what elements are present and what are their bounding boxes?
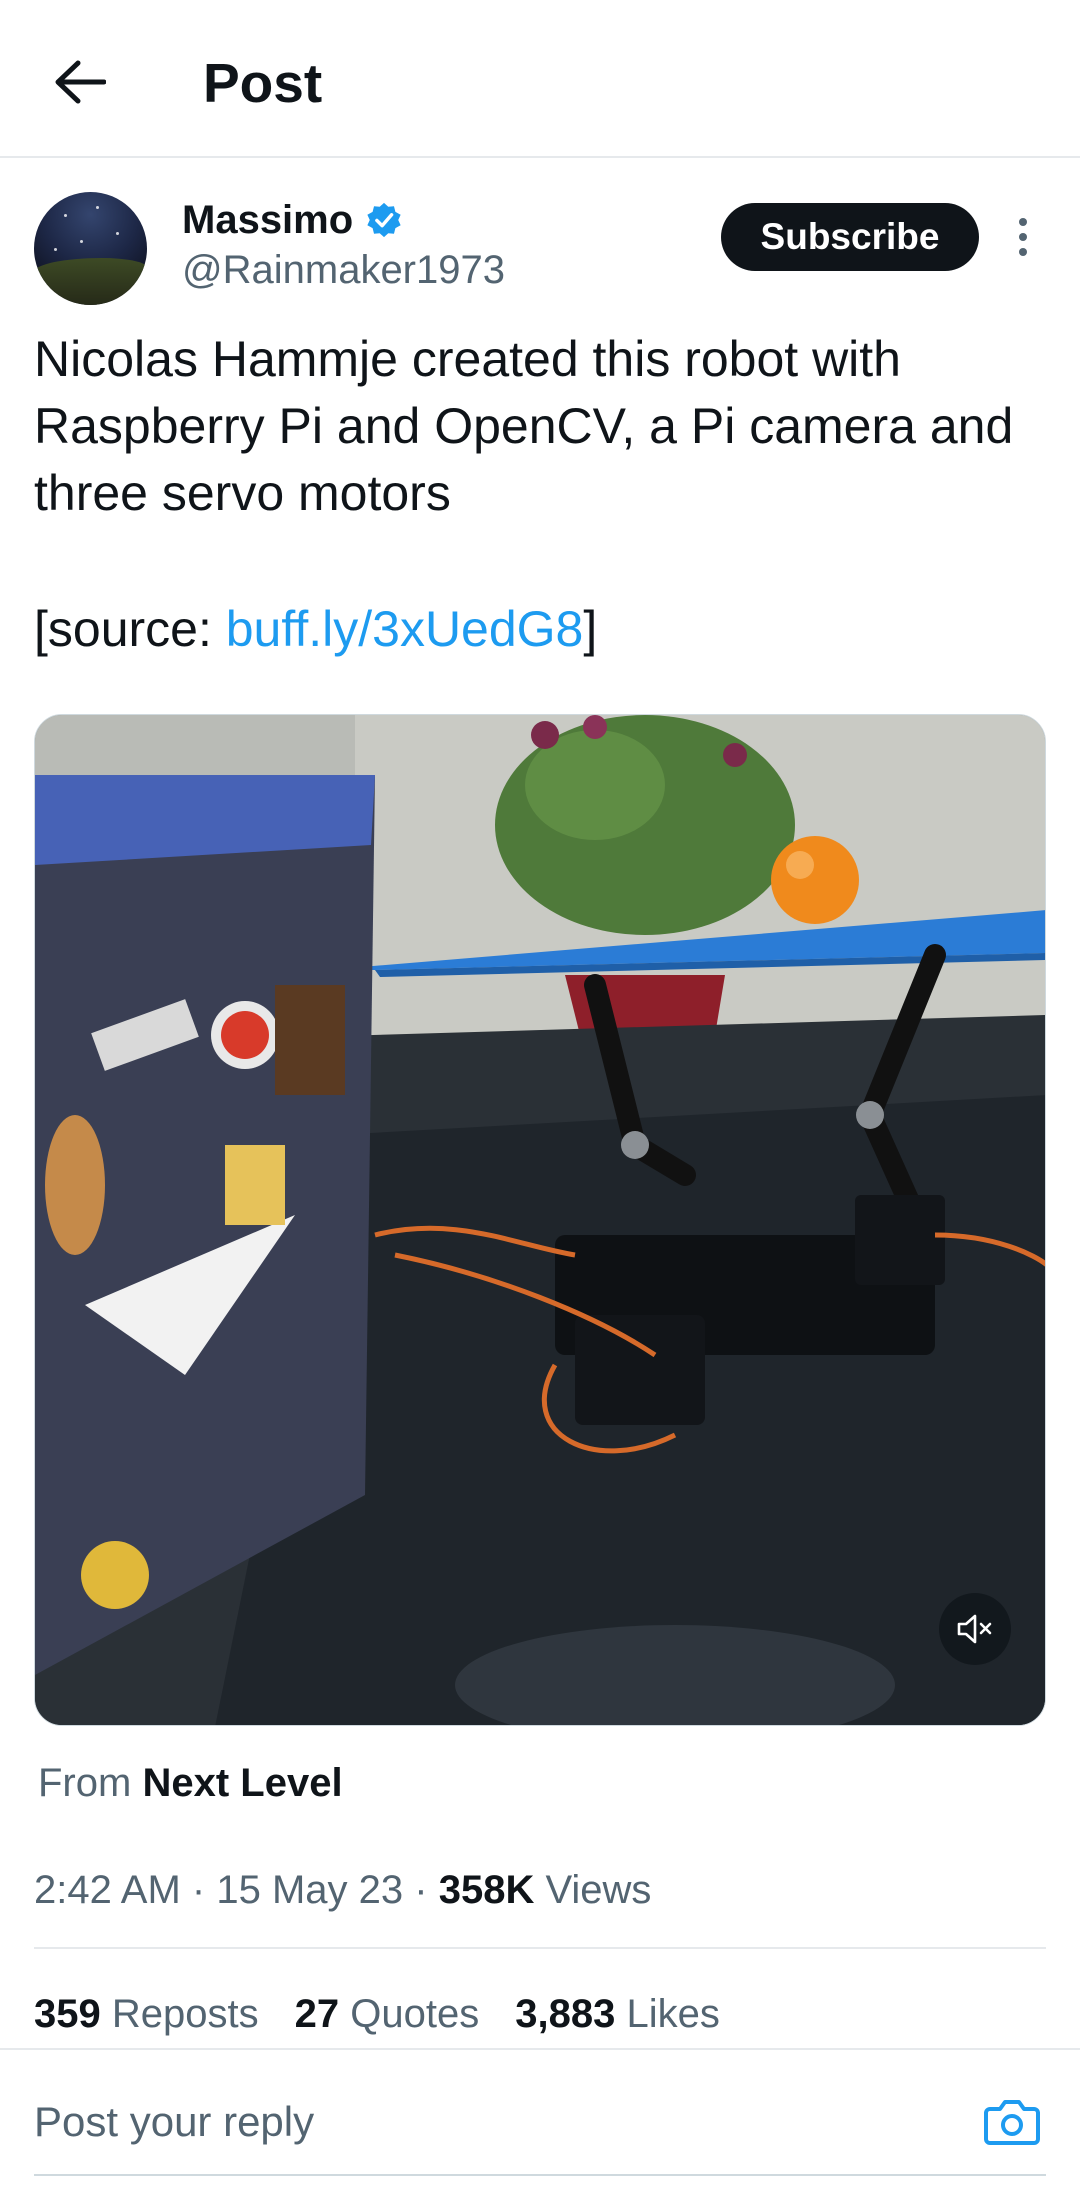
- more-options-button[interactable]: [1008, 212, 1038, 262]
- views-count: 358K: [438, 1868, 535, 1912]
- post-video[interactable]: [34, 714, 1046, 1726]
- author-name[interactable]: Massimo: [182, 196, 403, 244]
- views-label: Views: [545, 1868, 652, 1912]
- engagement-stats: 359 Reposts 27 Quotes 3,883 Likes: [34, 1988, 720, 2040]
- author-name-text: Massimo: [182, 198, 354, 242]
- author-handle[interactable]: @Rainmaker1973: [182, 246, 505, 294]
- camera-icon: [984, 2100, 1040, 2145]
- post-time: 2:42 AM: [34, 1868, 181, 1912]
- top-bar: Post: [0, 0, 1080, 158]
- reposts-stat[interactable]: 359 Reposts: [34, 1988, 259, 2040]
- back-button[interactable]: [40, 42, 120, 122]
- avatar[interactable]: [34, 192, 147, 305]
- speaker-muted-icon: [957, 1614, 992, 1644]
- likes-stat[interactable]: 3,883 Likes: [515, 1988, 720, 2040]
- reply-bar: Post your reply: [0, 2048, 1080, 2190]
- post-date: 15 May 23: [216, 1868, 404, 1912]
- arrow-left-icon: [55, 60, 106, 104]
- reply-underline: [34, 2174, 1046, 2176]
- mute-toggle-button[interactable]: [939, 1593, 1011, 1665]
- quotes-stat[interactable]: 27 Quotes: [295, 1988, 480, 2040]
- video-attribution: From Next Level: [38, 1761, 343, 1805]
- divider: [34, 1947, 1046, 1949]
- attribution-channel[interactable]: Next Level: [142, 1761, 342, 1805]
- post-text: Nicolas Hammje created this robot with R…: [34, 331, 1014, 521]
- subscribe-button[interactable]: Subscribe: [721, 203, 979, 271]
- source-link[interactable]: buff.ly/3xUedG8: [226, 601, 584, 657]
- more-dots-icon: [1019, 218, 1027, 226]
- reply-input[interactable]: Post your reply: [34, 2096, 314, 2148]
- verified-badge-icon: [367, 202, 401, 238]
- camera-button[interactable]: [982, 2092, 1042, 2152]
- video-frame-illustration: [35, 715, 1045, 1725]
- post-meta: 2:42 AM · 15 May 23 · 358K Views: [34, 1868, 652, 1912]
- page-title: Post: [203, 52, 323, 114]
- post-source: [source: buff.ly/3xUedG8]: [34, 601, 598, 657]
